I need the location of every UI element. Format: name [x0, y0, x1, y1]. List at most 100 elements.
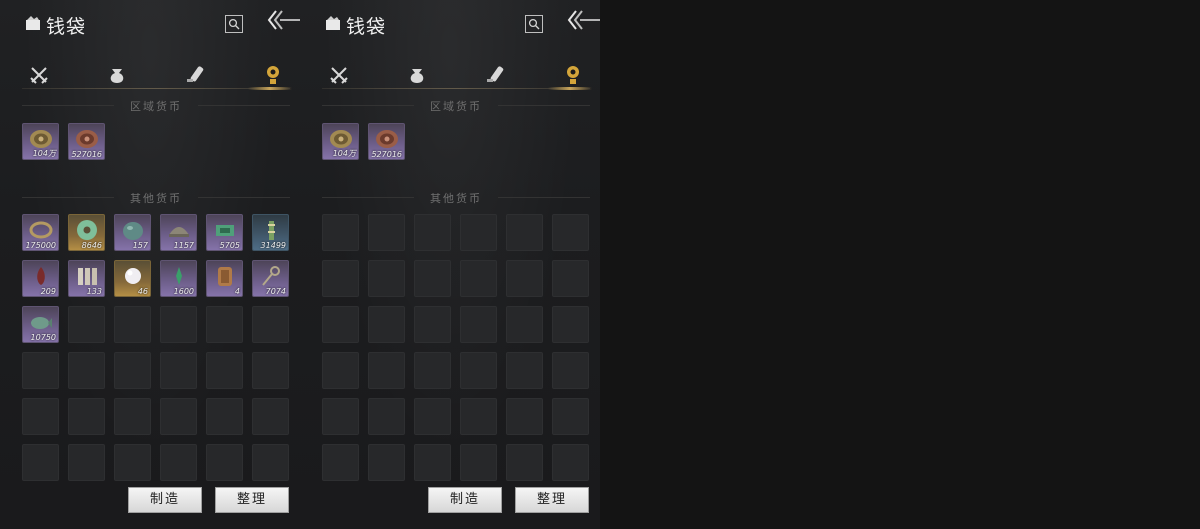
empty-slot[interactable] — [368, 352, 405, 389]
empty-slot[interactable] — [252, 398, 289, 435]
currency-slot[interactable]: 133 — [68, 260, 105, 297]
craft-button[interactable]: 制造 — [128, 487, 202, 513]
empty-slot[interactable] — [414, 398, 451, 435]
empty-slot[interactable] — [552, 306, 589, 343]
item-count: 527016 — [371, 150, 402, 159]
empty-slot[interactable] — [322, 260, 359, 297]
empty-slot[interactable] — [368, 444, 405, 481]
search-icon — [528, 18, 540, 30]
empty-slot[interactable] — [322, 398, 359, 435]
empty-slot[interactable] — [368, 260, 405, 297]
wallet-icon — [26, 16, 40, 30]
empty-slot[interactable] — [68, 398, 105, 435]
empty-slot[interactable] — [252, 444, 289, 481]
wallet-panel-right: 钱袋 区域货币 104万 527016 其他货币 制造 整理 — [300, 0, 600, 529]
empty-slot[interactable] — [22, 352, 59, 389]
currency-slot[interactable]: 1157 — [160, 214, 197, 251]
currency-slot[interactable]: 4 — [206, 260, 243, 297]
search-button[interactable] — [225, 15, 243, 33]
currency-slot[interactable]: 8646 — [68, 214, 105, 251]
currency-slot[interactable]: 175000 — [22, 214, 59, 251]
empty-slot[interactable] — [506, 444, 543, 481]
category-tabs — [22, 60, 292, 90]
empty-slot[interactable] — [206, 306, 243, 343]
currency-slot[interactable]: 104万 — [322, 123, 359, 160]
empty-slot[interactable] — [68, 352, 105, 389]
empty-slot[interactable] — [506, 352, 543, 389]
empty-slot[interactable] — [68, 444, 105, 481]
bronze-disc-coin-icon — [76, 130, 98, 148]
currency-slot[interactable]: 157 — [114, 214, 151, 251]
empty-slot[interactable] — [22, 444, 59, 481]
empty-slot[interactable] — [506, 260, 543, 297]
empty-slot[interactable] — [114, 444, 151, 481]
tab-currency[interactable] — [262, 64, 284, 86]
empty-slot[interactable] — [414, 306, 451, 343]
tab-currency[interactable] — [562, 64, 584, 86]
empty-slot[interactable] — [252, 306, 289, 343]
tab-weapons[interactable] — [28, 64, 50, 86]
empty-slot[interactable] — [114, 306, 151, 343]
empty-slot[interactable] — [114, 352, 151, 389]
empty-slot[interactable] — [552, 260, 589, 297]
empty-slot[interactable] — [160, 352, 197, 389]
empty-slot[interactable] — [414, 260, 451, 297]
empty-slot[interactable] — [368, 214, 405, 251]
empty-slot[interactable] — [552, 398, 589, 435]
empty-slot[interactable] — [322, 214, 359, 251]
empty-slot[interactable] — [506, 214, 543, 251]
empty-slot[interactable] — [460, 260, 497, 297]
empty-slot[interactable] — [322, 306, 359, 343]
empty-slot[interactable] — [460, 444, 497, 481]
empty-slot[interactable] — [506, 398, 543, 435]
currency-slot[interactable]: 527016 — [68, 123, 105, 160]
empty-slot[interactable] — [552, 214, 589, 251]
empty-slot[interactable] — [114, 398, 151, 435]
tab-scrolls[interactable] — [184, 64, 206, 86]
currency-slot[interactable]: 7074 — [252, 260, 289, 297]
sort-button[interactable]: 整理 — [515, 487, 589, 513]
empty-slot[interactable] — [206, 444, 243, 481]
empty-slot[interactable] — [68, 306, 105, 343]
empty-slot[interactable] — [160, 306, 197, 343]
regional-currency-label: 区域货币 — [430, 100, 482, 113]
empty-slot[interactable] — [460, 306, 497, 343]
back-arrow-icon[interactable] — [266, 9, 300, 31]
tab-scrolls[interactable] — [484, 64, 506, 86]
empty-slot[interactable] — [552, 444, 589, 481]
currency-slot[interactable]: 104万 — [22, 123, 59, 160]
tab-bags[interactable] — [106, 64, 128, 86]
empty-slot[interactable] — [22, 398, 59, 435]
empty-slot[interactable] — [368, 306, 405, 343]
craft-button[interactable]: 制造 — [428, 487, 502, 513]
empty-slot[interactable] — [414, 352, 451, 389]
empty-slot[interactable] — [252, 352, 289, 389]
empty-slot[interactable] — [460, 352, 497, 389]
empty-slot[interactable] — [552, 352, 589, 389]
tab-bags[interactable] — [406, 64, 428, 86]
currency-slot[interactable]: 31499 — [252, 214, 289, 251]
empty-slot[interactable] — [322, 352, 359, 389]
search-button[interactable] — [525, 15, 543, 33]
sort-button[interactable]: 整理 — [215, 487, 289, 513]
empty-slot[interactable] — [206, 398, 243, 435]
empty-slot[interactable] — [322, 444, 359, 481]
currency-slot[interactable]: 209 — [22, 260, 59, 297]
empty-slot[interactable] — [206, 352, 243, 389]
tab-weapons[interactable] — [328, 64, 350, 86]
back-arrow-icon[interactable] — [566, 9, 600, 31]
currency-slot[interactable]: 527016 — [368, 123, 405, 160]
empty-slot[interactable] — [506, 306, 543, 343]
currency-slot[interactable]: 10750 — [22, 306, 59, 343]
currency-slot[interactable]: 5705 — [206, 214, 243, 251]
empty-slot[interactable] — [368, 398, 405, 435]
currency-slot[interactable]: 46 — [114, 260, 151, 297]
empty-slot[interactable] — [414, 444, 451, 481]
empty-slot[interactable] — [460, 214, 497, 251]
green-note-icon — [216, 225, 234, 236]
empty-slot[interactable] — [460, 398, 497, 435]
empty-slot[interactable] — [160, 444, 197, 481]
currency-slot[interactable]: 1600 — [160, 260, 197, 297]
empty-slot[interactable] — [414, 214, 451, 251]
empty-slot[interactable] — [160, 398, 197, 435]
